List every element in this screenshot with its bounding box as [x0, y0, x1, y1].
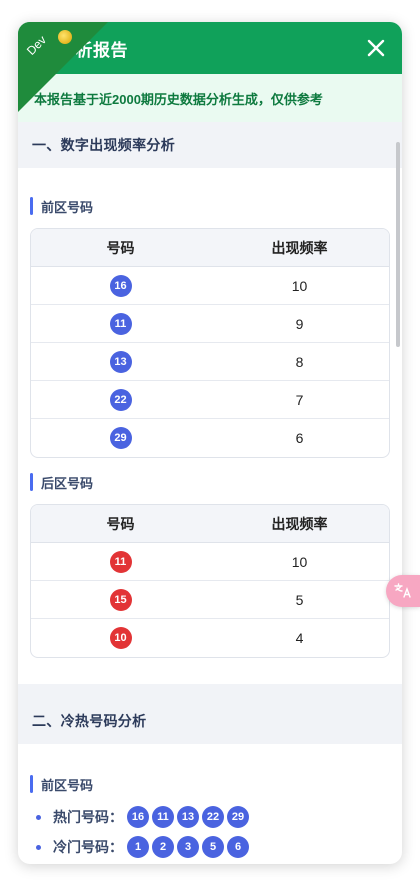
number-cell: 11 — [31, 305, 210, 343]
close-icon[interactable] — [364, 36, 388, 60]
number-ball: 11 — [109, 312, 132, 335]
number-ball: 22 — [109, 388, 132, 411]
number-ball: 5 — [202, 836, 224, 858]
frequency-cell: 10 — [210, 543, 389, 581]
number-ball: 13 — [109, 350, 132, 373]
report-panel: 分析报告 本报告基于近2000期历史数据分析生成，仅供参考 一、数字出现频率分析… — [18, 22, 402, 864]
section-frequency-body: 前区号码 号码 出现频率 16 10 11 9 13 8 22 7 29 6 后区号码 号码 出现… — [18, 168, 402, 684]
number-ball: 22 — [202, 806, 224, 828]
hot-numbers-label: 热门号码： — [53, 809, 123, 825]
accent-bar — [30, 775, 33, 793]
table-header-row: 号码 出现频率 — [31, 505, 389, 543]
back-area-label: 后区号码 — [41, 475, 94, 491]
frequency-cell: 8 — [210, 343, 389, 381]
number-ball: 13 — [177, 806, 199, 828]
number-ball: 11 — [109, 550, 132, 573]
column-header-number: 号码 — [31, 505, 210, 543]
section-divider — [18, 684, 402, 698]
number-ball: 3 — [177, 836, 199, 858]
bullet-icon — [36, 844, 41, 850]
number-cell: 11 — [31, 543, 210, 581]
back-area-subtitle: 后区号码 — [30, 472, 390, 492]
table-header-row: 号码 出现频率 — [31, 229, 389, 267]
bullet-icon — [36, 814, 41, 820]
number-ball: 16 — [127, 806, 149, 828]
number-ball: 16 — [109, 274, 132, 297]
table-row: 22 7 — [31, 381, 389, 419]
number-ball: 6 — [227, 836, 249, 858]
table-row: 13 8 — [31, 343, 389, 381]
scrollbar[interactable] — [396, 142, 400, 347]
number-ball: 15 — [109, 588, 132, 611]
table-row: 16 10 — [31, 267, 389, 305]
table-row: 29 6 — [31, 419, 389, 457]
column-header-frequency: 出现频率 — [210, 505, 389, 543]
number-cell: 22 — [31, 381, 210, 419]
frequency-cell: 9 — [210, 305, 389, 343]
frequency-cell: 5 — [210, 581, 389, 619]
column-header-frequency: 出现频率 — [210, 229, 389, 267]
number-ball: 29 — [109, 427, 132, 449]
table-row: 11 9 — [31, 305, 389, 343]
report-header: 分析报告 — [18, 22, 402, 74]
hot-numbers-row: 热门号码： 16 11 13 22 29 — [30, 804, 390, 830]
front-frequency-table: 号码 出现频率 16 10 11 9 13 8 22 7 29 6 — [30, 228, 390, 458]
number-cell: 29 — [31, 419, 210, 457]
table-row: 10 4 — [31, 619, 389, 657]
back-frequency-table: 号码 出现频率 11 10 15 5 10 4 — [30, 504, 390, 658]
number-cell: 13 — [31, 343, 210, 381]
frequency-cell: 4 — [295, 630, 304, 646]
number-cell: 10 — [31, 619, 210, 657]
section-hotcold-body: 前区号码 热门号码： 16 11 13 22 29 冷门号码： 12356 — [18, 744, 402, 860]
front-area-label: 前区号码 — [41, 199, 94, 215]
hotcold-front-subtitle: 前区号码 — [30, 774, 390, 794]
frequency-cell: 10 — [210, 267, 389, 305]
hotcold-front-label: 前区号码 — [41, 777, 94, 793]
number-ball: 10 — [109, 627, 132, 649]
frequency-cell: 6 — [295, 430, 304, 446]
table-row: 15 5 — [31, 581, 389, 619]
cold-numbers-row: 冷门号码： 12356 — [30, 834, 390, 860]
number-ball: 1 — [127, 836, 149, 858]
number-ball: 29 — [227, 806, 249, 828]
cold-numbers-label: 冷门号码： — [53, 839, 123, 855]
table-row: 11 10 — [31, 543, 389, 581]
translate-icon[interactable] — [386, 575, 420, 607]
accent-bar — [30, 197, 33, 215]
section-frequency-title: 一、数字出现频率分析 — [18, 122, 402, 168]
column-header-number: 号码 — [31, 229, 210, 267]
frequency-cell: 7 — [210, 381, 389, 419]
report-notice: 本报告基于近2000期历史数据分析生成，仅供参考 — [18, 74, 402, 122]
accent-bar — [30, 473, 33, 491]
section-hotcold-title: 二、冷热号码分析 — [18, 698, 402, 744]
number-cell: 16 — [31, 267, 210, 305]
page-title: 分析报告 — [58, 40, 128, 60]
front-area-subtitle: 前区号码 — [30, 196, 390, 216]
number-ball: 2 — [152, 836, 174, 858]
number-ball: 11 — [152, 806, 174, 828]
number-cell: 15 — [31, 581, 210, 619]
